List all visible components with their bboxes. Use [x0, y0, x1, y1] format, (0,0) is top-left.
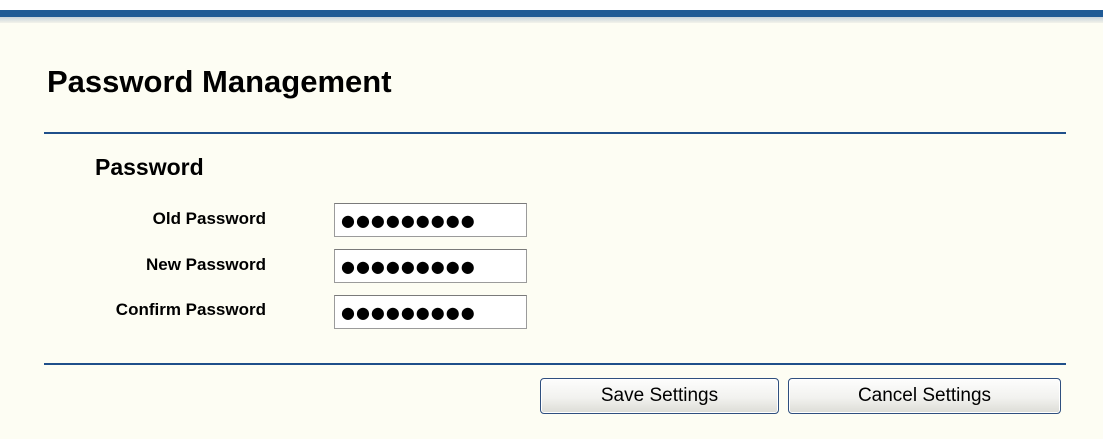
save-settings-button[interactable]: Save Settings: [540, 378, 779, 414]
old-password-field[interactable]: [334, 203, 527, 237]
old-password-label: Old Password: [152, 209, 266, 228]
top-accent-bar: [0, 10, 1103, 17]
top-divider: [44, 132, 1066, 134]
section-title: Password: [95, 154, 204, 180]
bottom-divider: [44, 363, 1066, 365]
new-password-label: New Password: [146, 255, 266, 274]
cancel-settings-button[interactable]: Cancel Settings: [788, 378, 1061, 414]
confirm-password-field[interactable]: [334, 295, 527, 329]
page-title: Password Management: [47, 64, 392, 99]
confirm-password-label: Confirm Password: [115, 300, 266, 319]
new-password-field[interactable]: [334, 249, 527, 283]
